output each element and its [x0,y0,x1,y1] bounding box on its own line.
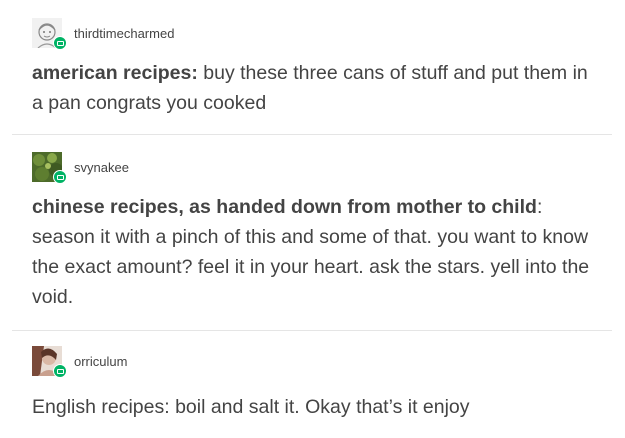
post-text: chinese recipes, as handed down from mot… [32,192,597,312]
post-header: thirdtimecharmed [32,18,592,50]
divider [12,330,612,331]
post-text: English recipes: boil and salt it. Okay … [32,392,597,422]
chat-badge-icon [53,170,67,184]
post-text-bold: chinese recipes, as handed down from mot… [32,196,537,218]
post-header: svynakee [32,152,592,184]
username-link[interactable]: svynakee [74,160,129,175]
username-link[interactable]: thirdtimecharmed [74,26,174,41]
chat-badge-icon [53,364,67,378]
divider [12,134,612,135]
chat-badge-icon [53,36,67,50]
post-header: orriculum [32,346,592,378]
post-text: american recipes: buy these three cans o… [32,58,597,118]
post-text-body: English recipes: boil and salt it. Okay … [32,396,470,418]
post-text-bold: american recipes: [32,62,198,84]
username-link[interactable]: orriculum [74,354,127,369]
